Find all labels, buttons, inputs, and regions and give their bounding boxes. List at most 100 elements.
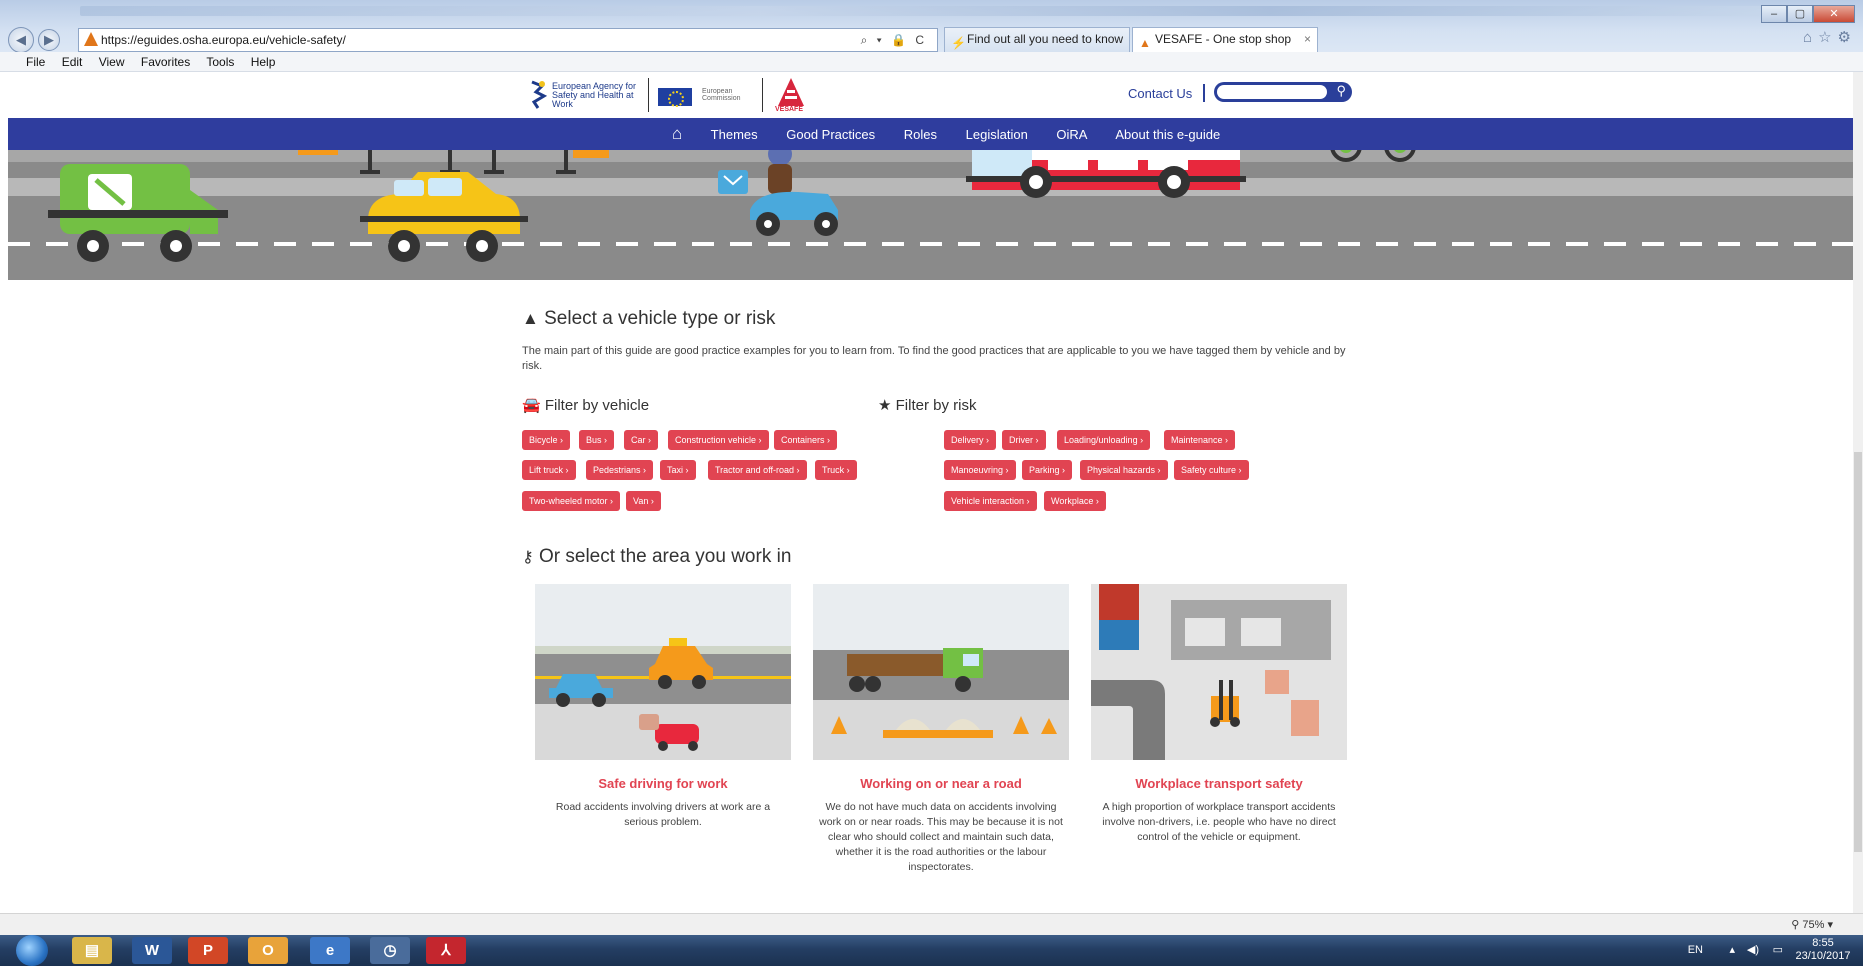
- tag-two-wheeled-motor[interactable]: Two-wheeled motor ›: [522, 491, 621, 511]
- tab-vesafe[interactable]: ▲ VESAFE - One stop shop for... ×: [1132, 27, 1318, 69]
- word-icon[interactable]: W: [132, 937, 172, 964]
- area-card-safe-driving[interactable]: Safe driving for work Road accidents inv…: [535, 584, 791, 830]
- nav-about[interactable]: About this e-guide: [1115, 127, 1220, 142]
- tag-bus[interactable]: Bus ›: [579, 430, 615, 450]
- browser-titlebar: ◀ ▶ https://eguides.osha.europa.eu/vehic…: [0, 0, 1863, 69]
- tag-delivery[interactable]: Delivery ›: [944, 430, 997, 450]
- maximize-button[interactable]: ▢: [1787, 5, 1813, 23]
- forward-button[interactable]: ▶: [38, 29, 60, 51]
- osha-name: European Agency for Safety and Health at…: [552, 81, 637, 109]
- tag-parking[interactable]: Parking ›: [1022, 460, 1073, 480]
- menu-bar: File Edit View Favorites Tools Help: [0, 52, 1863, 72]
- site-search[interactable]: ⚲: [1214, 82, 1352, 102]
- language-indicator[interactable]: EN: [1688, 944, 1703, 956]
- filter-risk-title: Filter by risk: [895, 397, 977, 414]
- filter-vehicle-heading: 🚘 Filter by vehicle: [522, 396, 649, 414]
- contact-us-link[interactable]: Contact Us: [1128, 86, 1192, 101]
- card-description: Road accidents involving drivers at work…: [555, 801, 771, 828]
- tag-car[interactable]: Car ›: [624, 430, 659, 450]
- outlook-icon[interactable]: O: [248, 937, 288, 964]
- tag-pedestrians[interactable]: Pedestrians ›: [586, 460, 654, 480]
- internet-explorer-icon[interactable]: e: [310, 937, 350, 964]
- card-title[interactable]: Workplace transport safety: [1091, 776, 1347, 791]
- volume-icon[interactable]: ◀): [1747, 943, 1759, 956]
- file-explorer-icon[interactable]: ▤: [72, 937, 112, 964]
- tag-manoeuvring[interactable]: Manoeuvring ›: [944, 460, 1016, 480]
- tab-find-out[interactable]: ⚡ Find out all you need to know ...: [944, 27, 1130, 69]
- card-title[interactable]: Safe driving for work: [535, 776, 791, 791]
- menu-edit[interactable]: Edit: [62, 55, 83, 69]
- tag-truck[interactable]: Truck ›: [815, 460, 857, 480]
- area-section-heading: ⚷ Or select the area you work in: [522, 546, 791, 568]
- settings-gear-icon[interactable]: ⚙: [1838, 29, 1857, 46]
- tag-vehicle-interaction[interactable]: Vehicle interaction ›: [944, 491, 1037, 511]
- tag-construction-vehicle[interactable]: Construction vehicle ›: [668, 430, 769, 450]
- acrobat-icon[interactable]: ⅄: [426, 937, 466, 964]
- nav-legislation[interactable]: Legislation: [966, 127, 1028, 142]
- osha-logo[interactable]: European Agency for Safety and Health at…: [528, 78, 648, 112]
- scrollbar-thumb[interactable]: [1854, 452, 1862, 852]
- area-card-road-work[interactable]: Working on or near a road We do not have…: [813, 584, 1069, 875]
- home-icon[interactable]: ⌂: [1803, 29, 1818, 46]
- tag-maintenance[interactable]: Maintenance ›: [1164, 430, 1236, 450]
- nav-roles[interactable]: Roles: [904, 127, 937, 142]
- url-text: https://eguides.osha.europa.eu/vehicle-s…: [101, 33, 346, 47]
- area-card-workplace-transport[interactable]: Workplace transport safety A high propor…: [1091, 584, 1347, 845]
- tag-loading-unloading[interactable]: Loading/unloading ›: [1057, 430, 1151, 450]
- tag-workplace[interactable]: Workplace ›: [1044, 491, 1106, 511]
- workplace-transport-illustration: [1091, 584, 1347, 760]
- favorites-star-icon[interactable]: ☆: [1818, 29, 1837, 46]
- close-window-button[interactable]: ✕: [1813, 5, 1855, 23]
- tag-physical-hazards[interactable]: Physical hazards ›: [1080, 460, 1168, 480]
- home-icon[interactable]: ⌂: [672, 124, 682, 143]
- address-bar[interactable]: https://eguides.osha.europa.eu/vehicle-s…: [78, 28, 938, 52]
- clock-time: 8:55: [1812, 937, 1834, 949]
- powerpoint-icon[interactable]: P: [188, 937, 228, 964]
- menu-view[interactable]: View: [99, 55, 125, 69]
- browser-status-bar: ⚲ 75% ▾: [0, 913, 1863, 935]
- tag-taxi[interactable]: Taxi ›: [660, 460, 696, 480]
- network-icon[interactable]: ▭: [1773, 943, 1783, 956]
- menu-file[interactable]: File: [26, 55, 45, 69]
- windows-taskbar: ▤ W P O e ◷ ⅄ EN ▴ ◀) ▭ 8:55 23/10/2017: [0, 935, 1863, 966]
- tag-containers[interactable]: Containers ›: [774, 430, 838, 450]
- menu-help[interactable]: Help: [251, 55, 276, 69]
- tag-van[interactable]: Van ›: [626, 491, 661, 511]
- select-title: Select a vehicle type or risk: [544, 308, 776, 329]
- tag-lift-truck[interactable]: Lift truck ›: [522, 460, 576, 480]
- minimize-button[interactable]: –: [1761, 5, 1787, 23]
- select-intro-text: The main part of this guide are good pra…: [522, 345, 1346, 372]
- menu-favorites[interactable]: Favorites: [141, 55, 190, 69]
- car-icon: 🚘: [522, 397, 541, 414]
- zoom-control[interactable]: ⚲ 75% ▾: [1791, 918, 1833, 931]
- nav-good-practices[interactable]: Good Practices: [786, 127, 875, 142]
- search-icon[interactable]: ⚲: [1336, 83, 1346, 99]
- tag-bicycle[interactable]: Bicycle ›: [522, 430, 571, 450]
- start-button[interactable]: [16, 935, 48, 966]
- site-navigation: ⌂ Themes Good Practices Roles Legislatio…: [8, 118, 1853, 150]
- certificate-warning-icon: [84, 32, 98, 46]
- tab-close-icon[interactable]: ×: [1304, 28, 1311, 51]
- clock-app-icon[interactable]: ◷: [370, 937, 410, 964]
- page-scrollbar[interactable]: [1853, 72, 1863, 913]
- browser-toolbar-icons: ⌂☆⚙: [1803, 28, 1857, 46]
- ec-name: European Commission: [702, 88, 741, 102]
- nav-themes[interactable]: Themes: [711, 127, 758, 142]
- van-icon: [48, 164, 228, 262]
- select-section-heading: ▲ Select a vehicle type or risk: [522, 308, 775, 330]
- tag-driver[interactable]: Driver ›: [1002, 430, 1046, 450]
- tag-tractor-off-road[interactable]: Tractor and off-road ›: [708, 460, 807, 480]
- site-header: European Agency for Safety and Health at…: [8, 72, 1853, 118]
- clock[interactable]: 8:55 23/10/2017: [1793, 937, 1853, 963]
- back-button[interactable]: ◀: [8, 27, 34, 53]
- address-controls[interactable]: ⌕ ▾ 🔒 C: [861, 29, 927, 51]
- menu-tools[interactable]: Tools: [206, 55, 234, 69]
- tag-safety-culture[interactable]: Safety culture ›: [1174, 460, 1249, 480]
- tray-expand-icon[interactable]: ▴: [1729, 943, 1735, 956]
- safe-driving-illustration: [535, 584, 791, 760]
- search-input[interactable]: [1217, 85, 1327, 99]
- card-title[interactable]: Working on or near a road: [813, 776, 1069, 791]
- window-title-blur: [80, 6, 1780, 16]
- window-controls: – ▢ ✕: [1761, 4, 1855, 23]
- nav-oira[interactable]: OiRA: [1056, 127, 1087, 142]
